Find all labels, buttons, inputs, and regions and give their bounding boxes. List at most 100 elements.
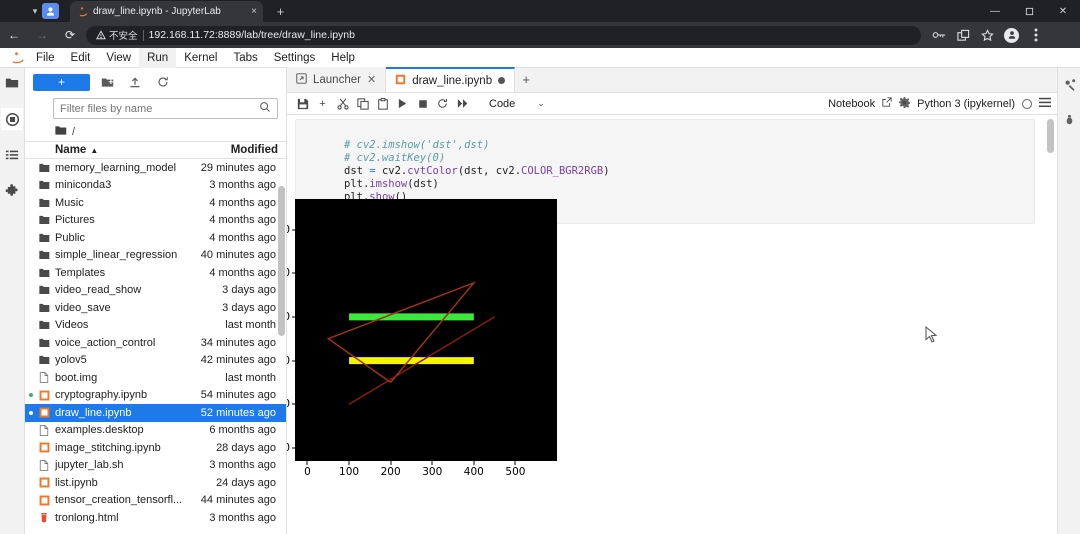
window-maximize-button[interactable] <box>1012 0 1046 22</box>
extensions-puzzle-icon[interactable] <box>1 180 23 202</box>
folder-icon <box>33 338 55 348</box>
run-icon[interactable] <box>393 94 412 114</box>
file-list-item[interactable]: examples.desktop 6 months ago <box>25 422 286 440</box>
hamburger-icon[interactable] <box>1039 97 1051 111</box>
close-icon[interactable]: ✕ <box>367 73 376 86</box>
menu-edit[interactable]: Edit <box>63 48 99 68</box>
file-list-item[interactable]: yolov5 42 minutes ago <box>25 352 286 370</box>
restart-run-all-icon[interactable] <box>453 94 472 114</box>
browser-tab[interactable]: draw_line.ipynb - JupyterLab × <box>70 1 263 22</box>
menu-help[interactable]: Help <box>323 48 363 68</box>
menu-run[interactable]: Run <box>139 47 177 68</box>
bookmark-star-icon[interactable] <box>975 22 999 48</box>
column-header-name[interactable]: Name ▲ <box>25 144 194 156</box>
interrupt-icon[interactable] <box>413 94 432 114</box>
file-list-item[interactable]: jupyter_lab.sh 3 months ago <box>25 457 286 475</box>
file-list-item[interactable]: video_save 3 days ago <box>25 299 286 317</box>
breadcrumb[interactable]: / <box>25 123 286 141</box>
window-minimize-button[interactable]: — <box>978 0 1012 22</box>
close-icon[interactable]: × <box>251 6 257 17</box>
folder-icon <box>33 303 55 313</box>
refresh-icon[interactable] <box>152 72 174 92</box>
notebook-icon <box>33 495 55 506</box>
reload-icon[interactable]: ⟳ <box>56 22 84 48</box>
file-modified: 4 months ago <box>209 266 276 279</box>
file-list-item[interactable]: Templates 4 months ago <box>25 264 286 282</box>
upload-icon[interactable] <box>124 72 146 92</box>
external-link-icon[interactable] <box>882 97 892 110</box>
mouse-cursor <box>925 325 938 349</box>
file-modified: last month <box>225 371 276 384</box>
search-input[interactable] <box>60 102 259 115</box>
x-tick-label: 0 <box>304 466 311 478</box>
menu-file[interactable]: File <box>28 48 63 68</box>
gear-icon[interactable] <box>899 96 911 111</box>
file-list-scrollbar[interactable] <box>278 186 285 336</box>
file-list-item[interactable]: memory_learning_model 29 minutes ago <box>25 159 286 177</box>
x-tick-mark <box>473 461 475 465</box>
browser-tab-title: draw_line.ipynb - JupyterLab <box>93 6 221 17</box>
property-inspector-icon[interactable] <box>1059 74 1079 94</box>
profile-avatar[interactable] <box>1004 27 1019 43</box>
kernel-status-indicator <box>1022 98 1032 109</box>
file-list-item[interactable]: video_read_show 3 days ago <box>25 282 286 300</box>
menu-view[interactable]: View <box>98 48 139 68</box>
file-list-item[interactable]: list.ipynb 24 days ago <box>25 474 286 492</box>
file-list-item[interactable]: tensor_creation_tensorfl... 44 minutes ag… <box>25 492 286 510</box>
insert-cell-icon[interactable]: + <box>313 94 332 114</box>
chrome-menu-icon[interactable] <box>1024 22 1048 48</box>
debugger-icon[interactable] <box>1059 110 1079 130</box>
save-icon[interactable] <box>293 94 312 114</box>
window-close-button[interactable]: ✕ <box>1046 0 1080 22</box>
file-modified: 54 minutes ago <box>200 389 276 402</box>
file-list-item[interactable]: Videos last month <box>25 317 286 335</box>
cut-icon[interactable] <box>333 94 352 114</box>
file-list-item[interactable]: cryptography.ipynb 54 minutes ago <box>25 387 286 405</box>
profile-badge-icon[interactable] <box>42 3 59 19</box>
restart-icon[interactable] <box>433 94 452 114</box>
file-list-item[interactable]: Pictures 4 months ago <box>25 212 286 230</box>
code-line-1: # cv2.imshow('dst',dst) <box>344 139 490 151</box>
file-list-item[interactable]: simple_linear_regression 40 minutes ago <box>25 247 286 265</box>
notebook-scrollbar[interactable] <box>1047 119 1054 153</box>
running-indicator-icon <box>29 410 33 415</box>
column-header-modified[interactable]: Modified <box>194 144 286 156</box>
file-list-item[interactable]: Public 4 months ago <box>25 229 286 247</box>
key-icon[interactable] <box>927 22 951 48</box>
address-bar[interactable]: 不安全 192.168.11.72:8889/lab/tree/draw_lin… <box>86 25 921 45</box>
tab-draw-line-notebook[interactable]: draw_line.ipynb <box>386 67 516 92</box>
file-list-item[interactable]: Music 4 months ago <box>25 194 286 212</box>
copy-icon[interactable] <box>353 94 372 114</box>
tab-launcher[interactable]: Launcher ✕ <box>287 67 387 92</box>
y-tick-mark <box>291 316 295 318</box>
extensions-icon[interactable] <box>951 22 975 48</box>
kernel-name-label[interactable]: Python 3 (ipykernel) <box>917 98 1015 110</box>
file-list-item[interactable]: miniconda3 3 months ago <box>25 177 286 195</box>
file-browser-icon[interactable] <box>1 72 23 94</box>
new-folder-icon[interactable] <box>96 72 118 92</box>
y-tick-label: 300 <box>287 311 290 323</box>
back-icon[interactable]: ← <box>0 22 28 48</box>
file-list-item[interactable]: voice_action_control 34 minutes ago <box>25 334 286 352</box>
file-list-item[interactable]: tronlong.html 3 months ago <box>25 509 286 527</box>
unsaved-indicator-icon[interactable] <box>498 77 506 84</box>
forward-icon[interactable]: → <box>28 22 56 48</box>
menu-tabs[interactable]: Tabs <box>225 48 265 68</box>
commands-icon[interactable] <box>1 144 23 166</box>
menu-settings[interactable]: Settings <box>266 48 324 68</box>
running-sessions-icon[interactable] <box>1 108 23 130</box>
file-list-item[interactable]: draw_line.ipynb 52 minutes ago <box>25 404 286 422</box>
add-tab-button[interactable]: + <box>515 67 537 92</box>
file-list-item[interactable]: boot.img last month <box>25 369 286 387</box>
tab-draw-line-label: draw_line.ipynb <box>412 74 493 87</box>
file-list-item[interactable]: image_stitching.ipynb 28 days ago <box>25 439 286 457</box>
new-launcher-button[interactable]: + <box>33 73 90 91</box>
cell-type-dropdown[interactable]: Code ⌄ <box>489 98 545 110</box>
menu-kernel[interactable]: Kernel <box>176 48 225 68</box>
filter-files-input[interactable] <box>53 98 278 119</box>
jupyter-menubar: File Edit View Run Kernel Tabs Settings … <box>0 47 1080 68</box>
paste-icon[interactable] <box>373 94 392 114</box>
notebook-icon <box>33 477 55 488</box>
not-secure-badge[interactable]: 不安全 <box>96 28 138 42</box>
new-tab-button[interactable]: + <box>272 3 289 20</box>
